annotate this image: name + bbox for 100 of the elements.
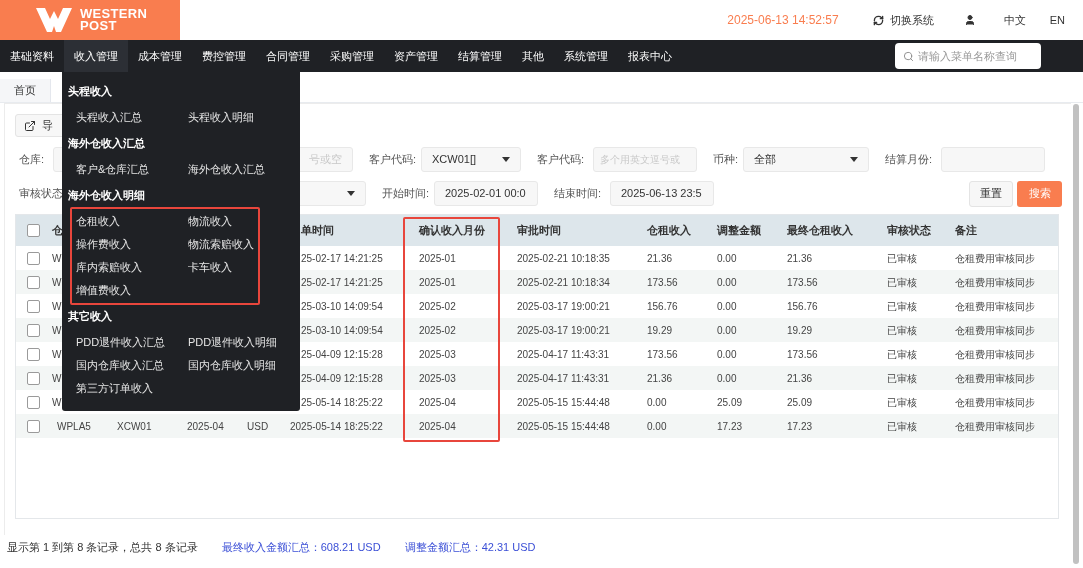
table-cell-text: 2025-05-14 18:25:22 [289, 419, 384, 434]
column-header: 调整金额 [716, 223, 762, 239]
switch-system-button[interactable]: 切换系统 [872, 11, 934, 29]
menu-item[interactable]: 库内索赔收入 [72, 256, 184, 279]
language-button[interactable]: EN [1049, 11, 1065, 29]
checkbox[interactable] [27, 251, 40, 265]
record-count: 显示第 1 到第 8 条记录，总共 8 条记录 [7, 540, 198, 555]
field-label: 审核状态 [19, 186, 63, 202]
table-cell-text: 2025-02-21 10:18:34 [516, 275, 611, 290]
caret-icon [347, 191, 355, 196]
select-field[interactable]: XCW01[] [421, 147, 521, 172]
menu-item[interactable]: 物流索赔收入 [184, 233, 300, 256]
table-cell-text: 仓租费用审核同步 [954, 371, 1036, 386]
table-cell-text: 已审核 [886, 251, 918, 266]
table-cell-text: W [51, 371, 63, 386]
table-cell-text: 25-03-10 14:09:54 [300, 323, 384, 338]
table-cell-text: 仓租费用审核同步 [954, 323, 1036, 338]
menu-item[interactable]: 卡车收入 [184, 256, 300, 279]
search-icon [903, 50, 914, 62]
nav-item[interactable]: 收入管理 [64, 40, 128, 72]
menu-item[interactable]: 仓租收入 [72, 210, 184, 233]
input-field[interactable]: 2025-06-13 23:5 [610, 181, 714, 206]
table-cell-text: 2025-03 [418, 347, 457, 362]
table-cell-text: 已审核 [886, 371, 918, 386]
nav-item[interactable]: 资产管理 [384, 40, 448, 72]
table-cell-text: 19.29 [646, 323, 674, 338]
menu-item[interactable]: 头程收入汇总 [72, 106, 184, 129]
reset-button[interactable]: 重置 [969, 180, 1013, 207]
table-cell-text: 25-04-09 12:15:28 [300, 371, 384, 386]
table-cell-text: W [51, 275, 63, 290]
logo-icon [36, 8, 72, 32]
menu-item[interactable]: 物流收入 [184, 210, 300, 233]
table-cell-text: 156.76 [786, 299, 819, 314]
table-cell-text: 25.09 [786, 395, 814, 410]
table-cell-text: 仓租费用审核同步 [954, 299, 1036, 314]
user-icon[interactable] [963, 14, 976, 26]
table-cell-text: XCW01 [116, 419, 153, 434]
nav-item[interactable]: 其他 [512, 40, 554, 72]
table-cell-text: 0.00 [646, 419, 668, 434]
checkbox[interactable] [27, 224, 40, 237]
nav-item[interactable]: 合同管理 [256, 40, 320, 72]
table-cell-text: 156.76 [646, 299, 679, 314]
menu-section-title: 头程收入 [68, 84, 112, 100]
table-cell-text: 2025-04 [418, 419, 457, 434]
table-cell-text: 173.56 [786, 347, 819, 362]
nav-item[interactable]: 基础资料 [0, 40, 64, 72]
menu-item[interactable]: 第三方订单收入 [72, 377, 184, 400]
table-cell-text: 2025-02 [418, 299, 457, 314]
nav-item[interactable]: 报表中心 [618, 40, 682, 72]
field-label: 结算月份: [885, 152, 934, 168]
checkbox[interactable] [27, 347, 40, 361]
caret-icon [850, 157, 858, 162]
field-label: 仓库: [19, 152, 46, 168]
nav-item[interactable]: 费控管理 [192, 40, 256, 72]
select-field[interactable]: 全部 [743, 147, 869, 172]
menu-item[interactable]: 国内仓库收入明细 [184, 354, 300, 377]
table-cell-text: W [51, 347, 63, 362]
table-cell-text: 仓租费用审核同步 [954, 275, 1036, 290]
nav-item[interactable]: 成本管理 [128, 40, 192, 72]
menu-item[interactable]: PDD退件收入明细 [184, 331, 300, 354]
checkbox[interactable] [27, 371, 40, 385]
nav-item[interactable]: 系统管理 [554, 40, 618, 72]
table-cell-text: 21.36 [646, 371, 674, 386]
table-cell-text: 173.56 [646, 347, 679, 362]
table-cell-text: 25-04-09 12:15:28 [300, 347, 384, 362]
column-header: 仓租收入 [646, 223, 692, 239]
input-field[interactable]: 2025-02-01 00:0 [434, 181, 538, 206]
table-cell-text: 2025-01 [418, 275, 457, 290]
field-label: 结束时间: [554, 186, 603, 202]
column-header: 最终仓租收入 [786, 223, 854, 239]
menu-item[interactable]: 增值费收入 [72, 279, 184, 302]
table-cell-text: 2025-04 [418, 395, 457, 410]
menu-item[interactable]: 国内仓库收入汇总 [72, 354, 184, 377]
table-cell-text: 173.56 [786, 275, 819, 290]
table-cell-text: 0.00 [716, 299, 738, 314]
table-cell-text: W [51, 299, 63, 314]
column-header: 备注 [954, 223, 978, 239]
language-button[interactable]: 中文 [1003, 11, 1026, 29]
page-tab[interactable]: 首页 [0, 79, 51, 102]
menu-item[interactable]: 操作费收入 [72, 233, 184, 256]
menu-item[interactable]: 海外仓收入汇总 [184, 158, 300, 181]
table-cell-text: 2025-02 [418, 323, 457, 338]
checkbox[interactable] [27, 419, 40, 433]
menu-item[interactable]: PDD退件收入汇总 [72, 331, 184, 354]
checkbox[interactable] [27, 299, 40, 313]
menu-section-title: 海外仓收入明细 [68, 188, 145, 204]
nav-item[interactable]: 结算管理 [448, 40, 512, 72]
nav-item[interactable]: 采购管理 [320, 40, 384, 72]
checkbox[interactable] [27, 275, 40, 289]
checkbox[interactable] [27, 323, 40, 337]
table-cell-text: 0.00 [716, 275, 738, 290]
table-cell-text: 25-05-14 18:25:22 [300, 395, 384, 410]
checkbox[interactable] [27, 395, 40, 409]
table-cell-text: 0.00 [716, 347, 738, 362]
table-cell-text: 19.29 [786, 323, 814, 338]
menu-item[interactable]: 客户&仓库汇总 [72, 158, 184, 181]
menu-item[interactable]: 头程收入明细 [184, 106, 300, 129]
table-cell-text: 已审核 [886, 419, 918, 434]
table-cell-text: 2025-05-15 15:44:48 [516, 419, 611, 434]
field-label: 币种: [713, 152, 740, 168]
